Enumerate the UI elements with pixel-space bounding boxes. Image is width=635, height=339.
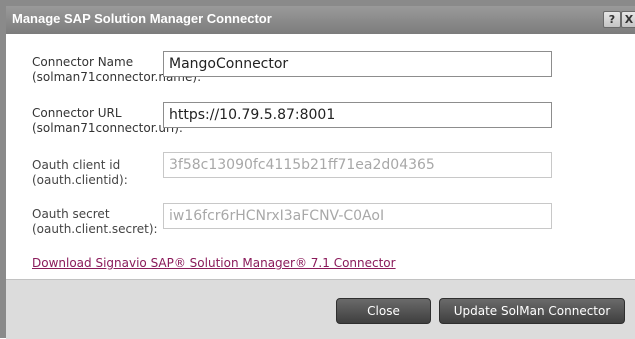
dialog-content: Connector Name (solman71connector.name):… [6,34,635,279]
close-icon[interactable]: X [621,11,635,28]
oauth-secret-label: Oauth secret (oauth.client.secret): [32,207,158,237]
oauth-secret-label-text: Oauth secret [32,207,110,221]
update-solman-connector-button[interactable]: Update SolMan Connector [439,298,625,324]
oauth-secret-input [163,203,552,229]
dialog-footer: Close Update SolMan Connector [6,279,635,339]
help-icon[interactable]: ? [603,11,621,28]
connector-name-input[interactable] [163,51,552,77]
connector-url-label-text: Connector URL [32,106,122,120]
oauth-client-id-sublabel: (oauth.clientid): [32,173,128,187]
download-connector-link[interactable]: Download Signavio SAP® Solution Manager®… [32,256,396,270]
oauth-client-id-label: Oauth client id (oauth.clientid): [32,158,128,188]
oauth-secret-sublabel: (oauth.client.secret): [32,222,158,236]
dialog-title: Manage SAP Solution Manager Connector [12,11,272,26]
manage-connector-dialog: Manage SAP Solution Manager Connector ? … [0,0,635,339]
connector-url-sublabel: (solman71connector.url): [32,121,183,135]
oauth-client-id-input [163,152,552,178]
connector-url-input[interactable] [163,102,552,128]
oauth-client-id-label-text: Oauth client id [32,158,121,172]
connector-url-label: Connector URL (solman71connector.url): [32,106,183,136]
dialog-titlebar[interactable]: Manage SAP Solution Manager Connector ? … [6,6,635,35]
close-button[interactable]: Close [336,298,431,324]
connector-name-label-text: Connector Name [32,55,134,69]
